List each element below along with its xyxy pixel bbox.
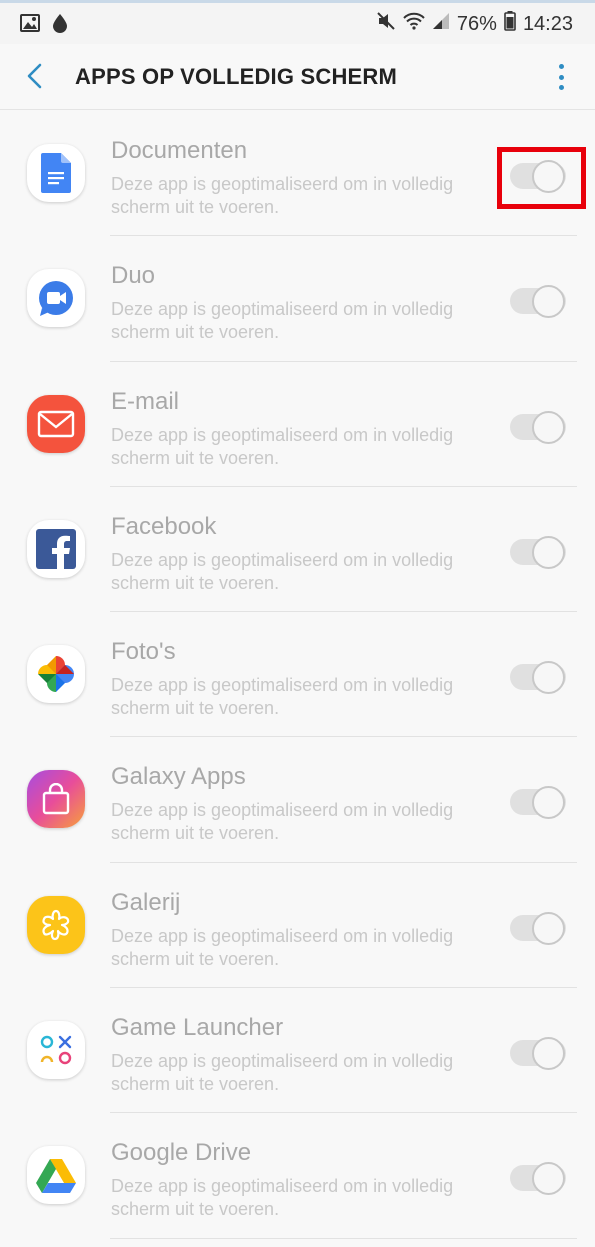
list-item-facebook[interactable]: Facebook Deze app is geoptimaliseerd om … xyxy=(0,487,595,613)
galaxy-apps-icon xyxy=(27,770,85,829)
clock: 14:23 xyxy=(522,12,573,35)
fullscreen-toggle[interactable] xyxy=(510,1037,566,1071)
email-icon xyxy=(27,394,85,453)
app-name: Google Drive xyxy=(111,1139,252,1167)
app-name: Documenten xyxy=(111,137,248,164)
app-name: Duo xyxy=(111,262,156,290)
app-description: Deze app is geoptimaliseerd om in volled… xyxy=(111,800,454,844)
fullscreen-toggle[interactable] xyxy=(510,1162,566,1196)
app-description: Deze app is geoptimaliseerd om in volled… xyxy=(111,675,454,719)
photos-icon xyxy=(27,645,85,704)
list-item-galaxy-apps[interactable]: Galaxy Apps Deze app is geoptimaliseerd … xyxy=(0,737,595,863)
docs-icon xyxy=(27,144,85,202)
google-drive-icon xyxy=(27,1146,85,1205)
app-name: Game Launcher xyxy=(111,1014,284,1042)
app-description: Deze app is geoptimaliseerd om in volled… xyxy=(111,1176,454,1220)
mute-icon xyxy=(376,11,396,37)
app-description: Deze app is geoptimaliseerd om in volled… xyxy=(111,925,454,969)
fullscreen-toggle[interactable] xyxy=(510,410,566,444)
fullscreen-toggle[interactable] xyxy=(510,535,566,569)
app-name: Facebook xyxy=(111,512,217,540)
divider xyxy=(110,1237,577,1239)
status-bar: 76% 14:23 xyxy=(0,0,595,44)
drop-icon xyxy=(52,13,68,38)
list-item-google-drive[interactable]: Google Drive Deze app is geoptimaliseerd… xyxy=(0,1113,595,1239)
fullscreen-toggle[interactable] xyxy=(510,911,566,945)
list-item-game-launcher[interactable]: Game Launcher Deze app is geoptimaliseer… xyxy=(0,988,595,1114)
app-description: Deze app is geoptimaliseerd om in volled… xyxy=(111,549,454,593)
gallery-icon xyxy=(27,895,85,954)
back-button[interactable] xyxy=(16,58,52,94)
battery-icon xyxy=(504,11,516,37)
highlight-annotation xyxy=(497,147,586,209)
app-name: Foto's xyxy=(111,638,176,666)
image-icon xyxy=(20,14,40,37)
app-bar: APPS OP VOLLEDIG SCHERM xyxy=(0,44,595,110)
game-launcher-icon xyxy=(27,1021,85,1080)
app-name: E-mail xyxy=(111,387,180,415)
facebook-icon xyxy=(27,519,85,578)
page-title: APPS OP VOLLEDIG SCHERM xyxy=(75,64,398,89)
app-description: Deze app is geoptimaliseerd om in volled… xyxy=(111,424,454,468)
more-options-button[interactable] xyxy=(551,60,571,94)
signal-icon xyxy=(432,12,450,36)
app-name: Galaxy Apps xyxy=(111,763,246,791)
fullscreen-toggle[interactable] xyxy=(510,661,566,695)
app-name: Galerij xyxy=(111,888,181,916)
app-description: Deze app is geoptimaliseerd om in volled… xyxy=(111,174,454,217)
app-description: Deze app is geoptimaliseerd om in volled… xyxy=(111,299,454,343)
list-item-duo[interactable]: Duo Deze app is geoptimaliseerd om in vo… xyxy=(0,236,595,362)
fullscreen-toggle[interactable] xyxy=(510,786,566,820)
list-item-galerij[interactable]: Galerij Deze app is geoptimaliseerd om i… xyxy=(0,863,595,989)
wifi-icon xyxy=(403,12,425,36)
more-vert-icon xyxy=(558,64,564,69)
duo-icon xyxy=(27,269,85,328)
app-list: Documenten Deze app is geoptimaliseerd o… xyxy=(0,111,595,1239)
back-arrow-icon xyxy=(27,63,42,89)
app-description: Deze app is geoptimaliseerd om in volled… xyxy=(111,1051,454,1095)
fullscreen-toggle[interactable] xyxy=(510,285,566,319)
list-item-fotos[interactable]: Foto's Deze app is geoptimaliseerd om in… xyxy=(0,612,595,738)
battery-text: 76% xyxy=(456,12,497,35)
list-item-e-mail[interactable]: E-mail Deze app is geoptimaliseerd om in… xyxy=(0,362,595,487)
